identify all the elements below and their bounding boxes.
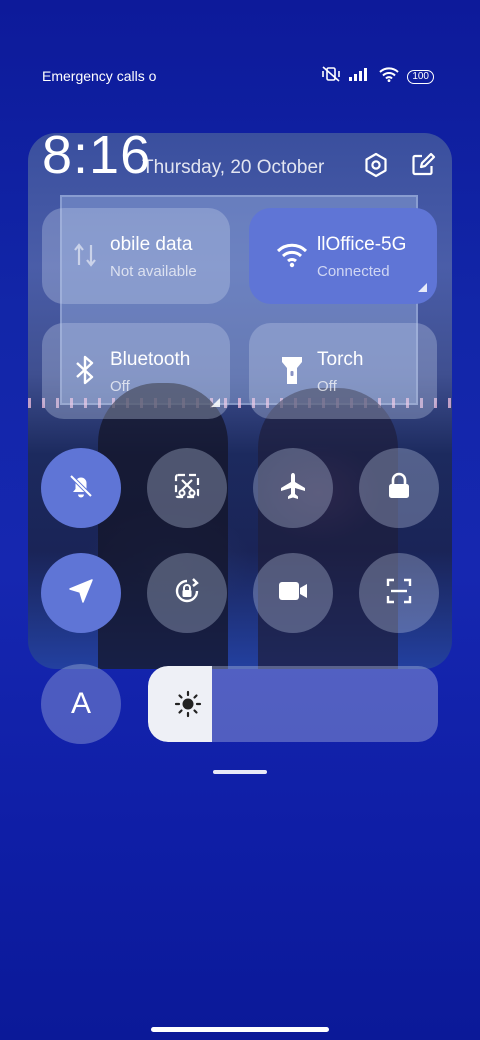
carrier-text: Emergency calls o: [42, 68, 157, 84]
video-camera-icon: [278, 580, 308, 607]
tile-bluetooth[interactable]: Bluetooth Off: [42, 323, 230, 419]
tile-status: Connected: [317, 263, 390, 280]
wifi-icon: [379, 66, 400, 87]
scanner-toggle[interactable]: [359, 553, 439, 633]
screen-record-toggle[interactable]: [253, 553, 333, 633]
wifi-icon: [275, 238, 309, 272]
clock-time: 8:16: [42, 125, 152, 185]
tile-torch[interactable]: Torch Off: [249, 323, 437, 419]
tile-name: Bluetooth: [110, 349, 191, 370]
auto-brightness-button[interactable]: A: [41, 664, 121, 744]
tile-name: llOffice-5G: [317, 234, 407, 255]
battery-icon: 100: [407, 69, 434, 84]
rotation-lock-toggle[interactable]: [147, 553, 227, 633]
lock-icon: [386, 472, 412, 505]
date-text: Thursday, 20 October: [142, 157, 325, 178]
mute-vibrate-icon: [321, 66, 341, 87]
auto-brightness-label: A: [70, 687, 91, 720]
tile-mobile-data[interactable]: obile data Not available: [42, 208, 230, 304]
scanner-icon: [385, 577, 413, 610]
tile-name: Torch: [317, 349, 364, 370]
brightness-slider[interactable]: [148, 666, 438, 742]
tile-status: Off: [317, 378, 337, 395]
silent-toggle[interactable]: [41, 448, 121, 528]
tile-wifi[interactable]: llOffice-5G Connected: [249, 208, 437, 304]
status-bar: Emergency calls o 100: [0, 64, 480, 88]
airplane-toggle[interactable]: [253, 448, 333, 528]
tile-name: obile data: [110, 234, 193, 255]
location-toggle[interactable]: [41, 553, 121, 633]
expand-corner-icon[interactable]: [418, 283, 427, 292]
screenshot-toggle[interactable]: [147, 448, 227, 528]
signal-icon: [349, 67, 371, 86]
settings-icon[interactable]: [361, 150, 391, 180]
rotation-lock-icon: [171, 575, 203, 612]
airplane-icon: [278, 471, 308, 506]
bluetooth-icon: [68, 353, 102, 387]
mobile-data-icon: [68, 238, 102, 272]
drag-handle[interactable]: [213, 770, 267, 774]
torch-icon: [275, 353, 309, 387]
location-icon: [68, 578, 94, 609]
tile-status: Off: [110, 378, 130, 395]
lock-toggle[interactable]: [359, 448, 439, 528]
screenshot-icon: [173, 472, 201, 505]
silent-bell-icon: [67, 472, 95, 505]
tile-status: Not available: [110, 263, 197, 280]
edit-icon[interactable]: [408, 150, 438, 180]
navigation-gesture-bar[interactable]: [151, 1027, 329, 1032]
brightness-sun-icon: [174, 690, 202, 718]
expand-corner-icon[interactable]: [211, 398, 220, 407]
